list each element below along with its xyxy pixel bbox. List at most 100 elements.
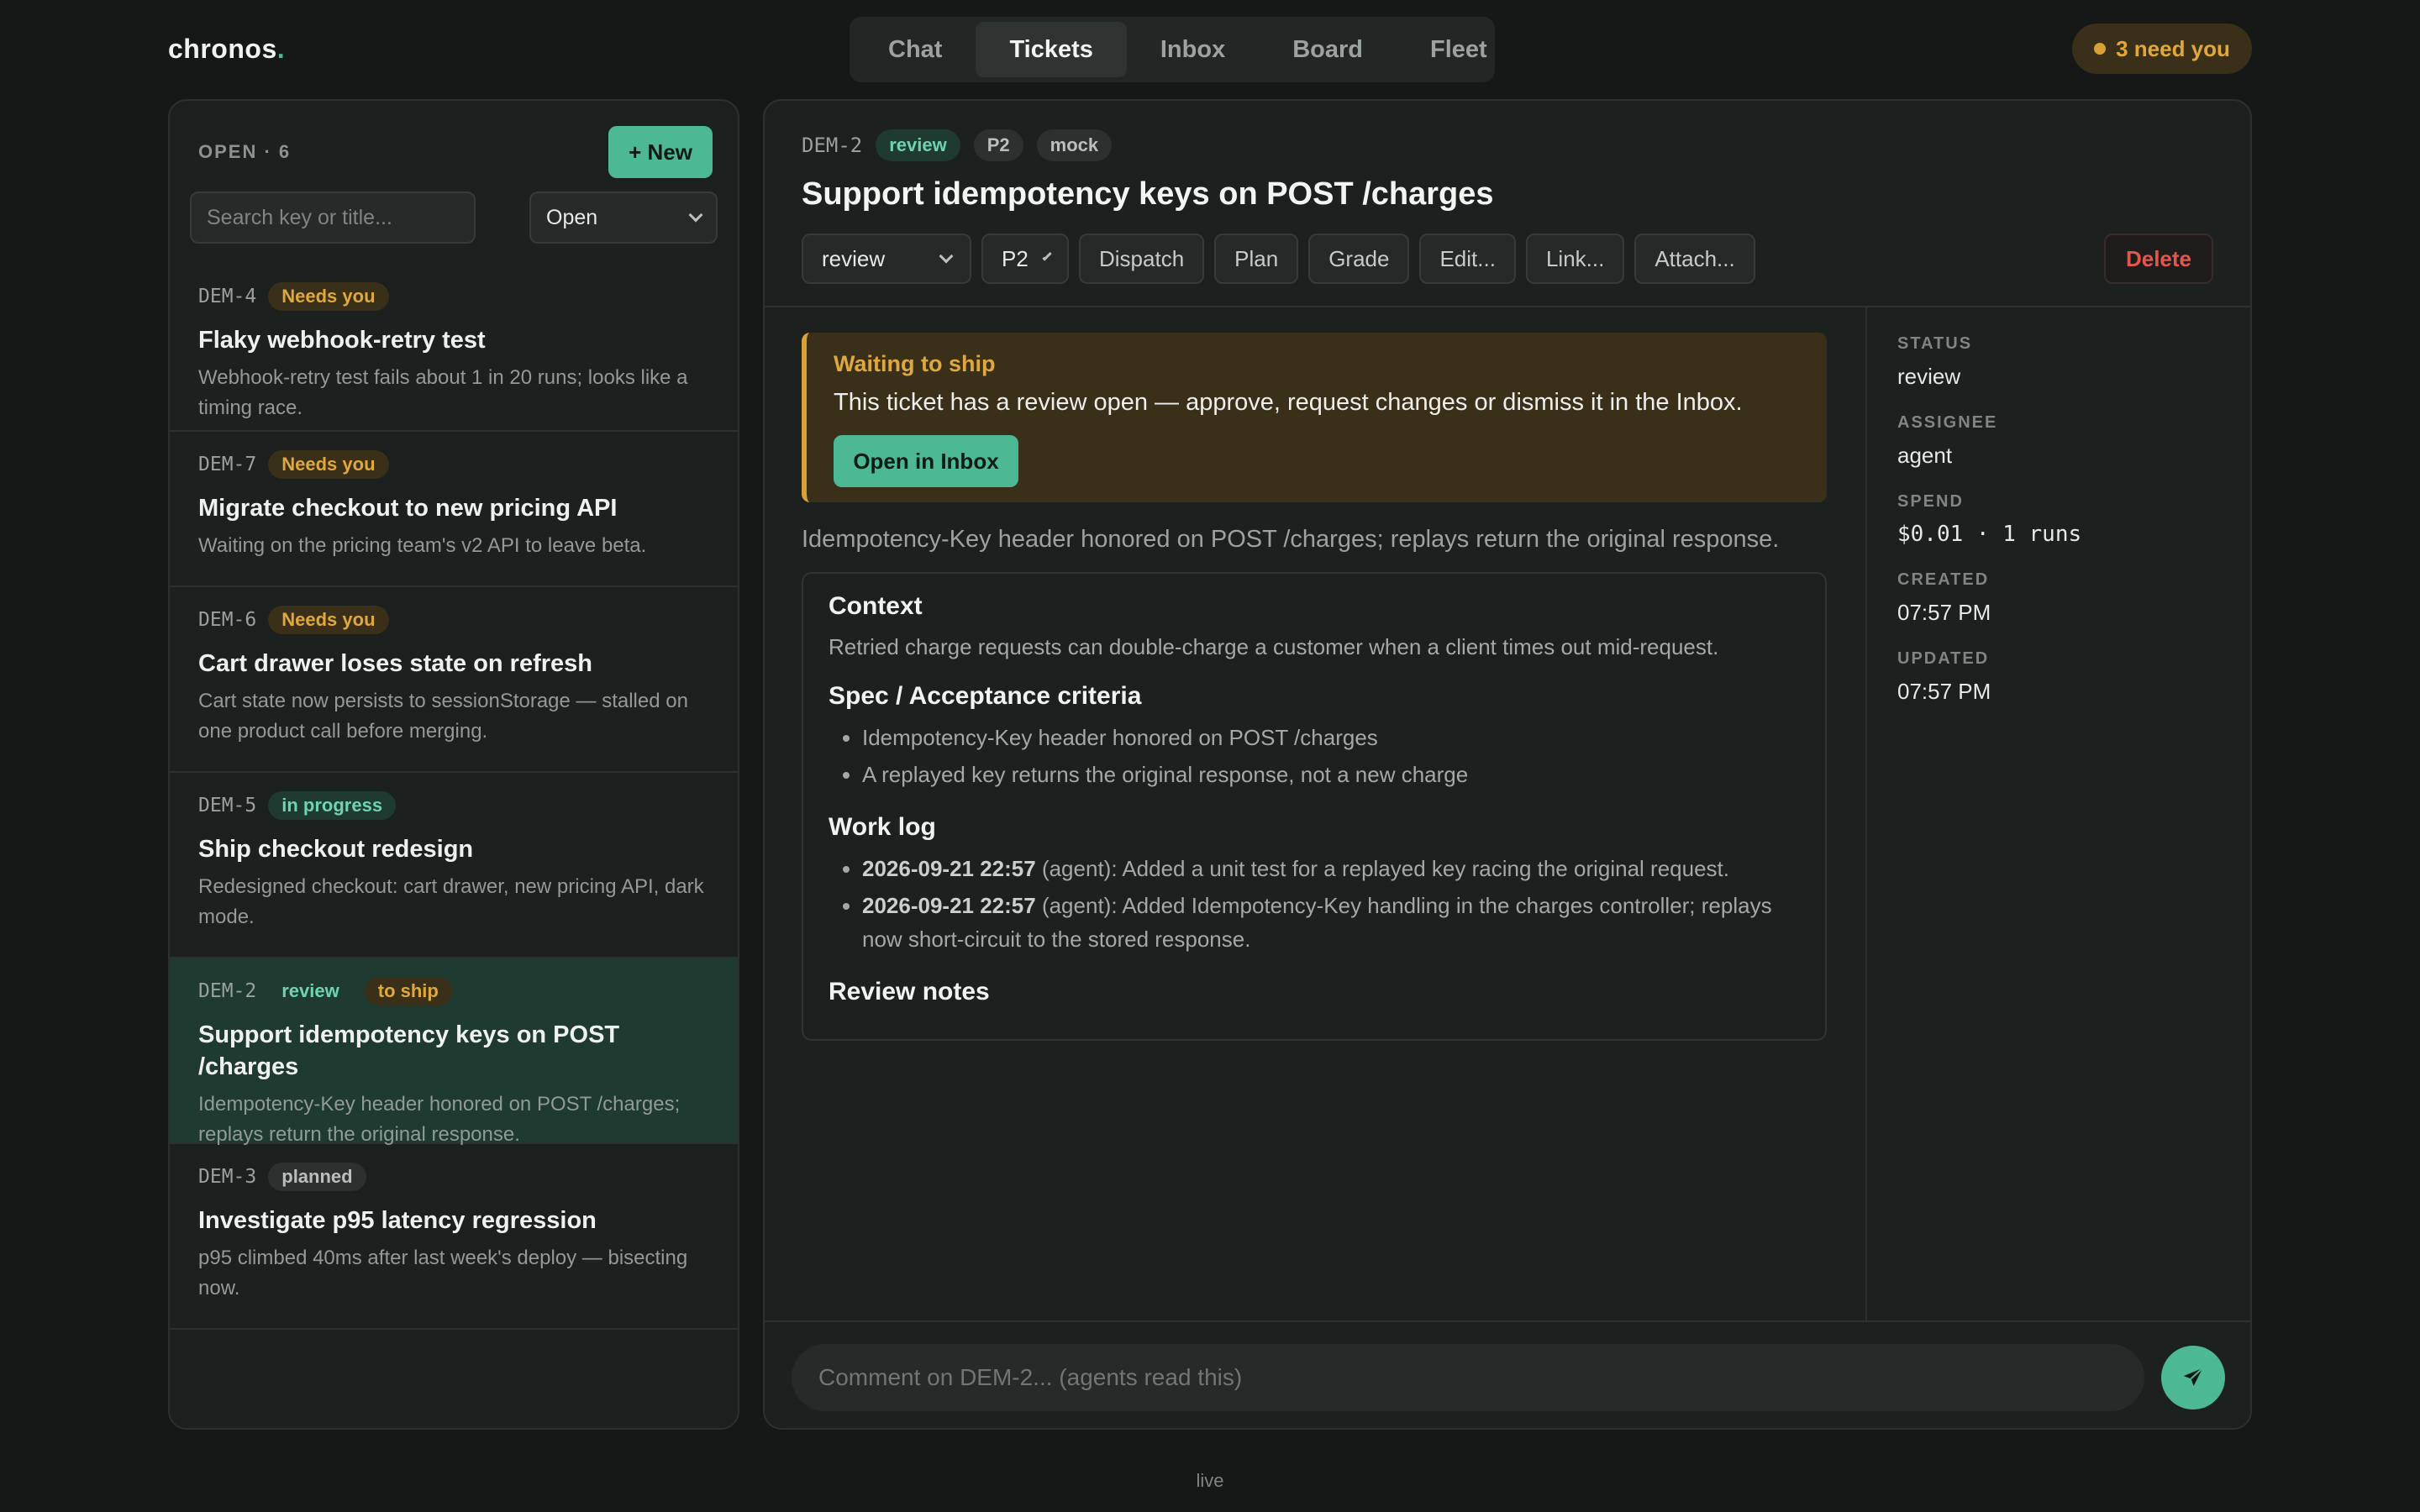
ticket-item[interactable]: DEM-3 planned Investigate p95 latency re… [170, 1144, 738, 1330]
link-button[interactable]: Link... [1525, 234, 1625, 284]
ticket-title: Ship checkout redesign [198, 836, 474, 863]
delete-button[interactable]: Delete [2104, 234, 2213, 284]
meta-label: CREATED [1897, 570, 1990, 589]
needs-attention-label: 3 need you [2116, 35, 2230, 61]
ticket-description: Webhook-retry test fails about 1 in 20 r… [198, 366, 688, 419]
status-dot-icon [2094, 43, 2107, 55]
to-ship-badge: to ship [364, 977, 452, 1005]
worklog-entry: 2026-09-21 22:57 (agent): Added Idempote… [862, 889, 1800, 956]
needs-you-badge: Needs you [268, 450, 389, 479]
mode-chip: mock [1036, 129, 1113, 161]
in-progress-badge: in progress [268, 791, 397, 820]
tab-chat[interactable]: Chat [855, 22, 976, 77]
connection-status: live [1196, 1470, 1224, 1491]
ticket-key: DEM-2 [802, 134, 863, 157]
worklog-entry: 2026-09-21 22:57 (agent): Added a unit t… [862, 852, 1800, 885]
waiting-to-ship-alert: Waiting to ship This ticket has a review… [802, 333, 1827, 502]
ticket-key: DEM-3 [198, 1166, 257, 1188]
needs-attention-button[interactable]: 3 need you [2072, 24, 2252, 74]
status-chip: review [876, 129, 960, 161]
alert-title: Waiting to ship [834, 351, 996, 376]
ticket-detail-panel: DEM-2 review P2 mock Support idempotency… [763, 99, 2252, 1430]
list-item: Idempotency-Key header honored on POST /… [862, 721, 1800, 754]
meta-value: agent [1897, 443, 1953, 468]
ticket-item[interactable]: DEM-4 Needs you Flaky webhook-retry test… [170, 264, 738, 432]
comment-bar [765, 1320, 2250, 1428]
review-notes-heading: Review notes [829, 978, 990, 1005]
tab-board[interactable]: Board [1259, 22, 1397, 77]
ticket-header-meta: DEM-2 review P2 mock [802, 129, 1113, 161]
worklog-text: (agent): Added a unit test for a replaye… [1035, 856, 1729, 881]
ticket-key: DEM-2 [198, 980, 257, 1002]
worklog-heading: Work log [829, 813, 936, 841]
chevron-down-icon [939, 249, 954, 264]
ticket-title: Cart drawer loses state on refresh [198, 650, 593, 677]
meta-label: ASSIGNEE [1897, 413, 1998, 432]
needs-you-badge: Needs you [268, 282, 389, 311]
ticket-key: DEM-7 [198, 454, 257, 475]
ticket-description: Cart state now persists to sessionStorag… [198, 690, 688, 743]
needs-you-badge: Needs you [268, 606, 389, 634]
meta-value: 07:57 PM [1897, 679, 1991, 704]
planned-badge: planned [268, 1163, 366, 1191]
ticket-key: DEM-5 [198, 795, 257, 816]
ticket-description: Waiting on the pricing team's v2 API to … [198, 534, 647, 557]
ticket-toolbar: review P2 Dispatch Plan Grade Edit... Li… [802, 234, 1755, 284]
meta-value: 07:57 PM [1897, 600, 1991, 625]
chevron-down-icon [1042, 251, 1052, 261]
priority-select-value: P2 [1002, 245, 1028, 271]
ticket-body: Context Retried charge requests can doub… [802, 572, 1827, 1041]
ticket-title: Support idempotency keys on POST /charge… [198, 1021, 620, 1080]
status-select[interactable]: review [802, 234, 971, 284]
send-button[interactable] [2161, 1346, 2225, 1410]
context-heading: Context [829, 592, 923, 620]
tab-tickets[interactable]: Tickets [976, 22, 1127, 77]
ticket-list-panel: OPEN · 6 + New Open DEM-4 Needs you Flak… [168, 99, 739, 1430]
tab-inbox[interactable]: Inbox [1127, 22, 1259, 77]
meta-status: STATUS review [1897, 334, 2233, 390]
plan-button[interactable]: Plan [1214, 234, 1299, 284]
new-ticket-button[interactable]: + New [608, 126, 713, 178]
ticket-description: Redesigned checkout: cart drawer, new pr… [198, 875, 704, 928]
open-count: OPEN · 6 [198, 141, 292, 162]
spec-heading: Spec / Acceptance criteria [829, 682, 1142, 710]
ticket-description: Idempotency-Key header honored on POST /… [198, 1093, 681, 1146]
alert-body: This ticket has a review open — approve,… [834, 389, 1743, 416]
ticket-item[interactable]: DEM-7 Needs you Migrate checkout to new … [170, 432, 738, 587]
meta-label: STATUS [1897, 334, 1973, 353]
ticket-title: Migrate checkout to new pricing API [198, 495, 618, 522]
ticket-meta-sidebar: STATUS review ASSIGNEE agent SPEND $0.01… [1897, 334, 2233, 728]
tab-fleet[interactable]: Fleet [1397, 22, 1521, 77]
meta-spend: SPEND $0.01 · 1 runs [1897, 492, 2233, 547]
ticket-title: Support idempotency keys on POST /charge… [802, 176, 1494, 212]
comment-input[interactable] [792, 1344, 2144, 1411]
open-in-inbox-button[interactable]: Open in Inbox [834, 435, 1018, 487]
search-input[interactable] [190, 192, 476, 244]
status-filter-value: Open [546, 205, 598, 229]
worklog-list: 2026-09-21 22:57 (agent): Added a unit t… [829, 852, 1800, 956]
meta-label: UPDATED [1897, 649, 1990, 668]
ticket-title: Investigate p95 latency regression [198, 1207, 597, 1234]
worklog-timestamp: 2026-09-21 22:57 [862, 856, 1036, 881]
attach-button[interactable]: Attach... [1634, 234, 1755, 284]
dispatch-button[interactable]: Dispatch [1079, 234, 1205, 284]
sidebar-divider [1865, 307, 1867, 1320]
ticket-description: p95 climbed 40ms after last week's deplo… [198, 1247, 688, 1299]
ticket-item[interactable]: DEM-6 Needs you Cart drawer loses state … [170, 587, 738, 773]
list-item: A replayed key returns the original resp… [862, 758, 1800, 791]
ticket-item-selected[interactable]: DEM-2 review to ship Support idempotency… [170, 958, 738, 1146]
app-logo: chronos. [168, 34, 285, 65]
priority-chip: P2 [973, 129, 1023, 161]
status-filter-select[interactable]: Open [529, 192, 718, 244]
grade-button[interactable]: Grade [1308, 234, 1410, 284]
ticket-key: DEM-6 [198, 609, 257, 631]
review-badge: review [281, 980, 339, 1001]
ticket-content: Waiting to ship This ticket has a review… [802, 333, 1827, 1041]
ticket-list: DEM-4 Needs you Flaky webhook-retry test… [170, 264, 738, 1330]
meta-updated: UPDATED 07:57 PM [1897, 649, 2233, 705]
priority-select[interactable]: P2 [981, 234, 1069, 284]
ticket-item[interactable]: DEM-5 in progress Ship checkout redesign… [170, 773, 738, 958]
logo-dot: . [276, 34, 286, 64]
edit-button[interactable]: Edit... [1419, 234, 1516, 284]
context-text: Retried charge requests can double-charg… [829, 634, 1719, 659]
